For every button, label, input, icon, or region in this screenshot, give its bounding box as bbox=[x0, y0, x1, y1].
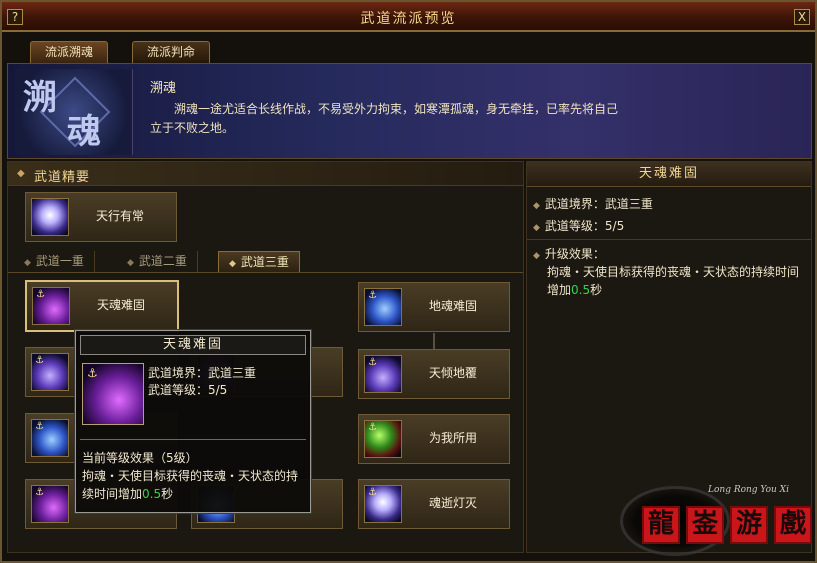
essence-section-title: 武道精要 bbox=[34, 170, 91, 185]
title-bar[interactable]: ? 武道流派预览 X bbox=[2, 2, 815, 32]
detail-level: ◆ 武道等级：5/5 bbox=[533, 217, 624, 234]
skill-icon-left-4: ⚓ bbox=[31, 485, 69, 523]
tooltip-title: 天魂难固 bbox=[80, 335, 306, 355]
detail-effect-value: 0.5 bbox=[571, 283, 591, 297]
tooltip-effect-unit: 秒 bbox=[161, 487, 174, 501]
detail-title: 天魂难固 bbox=[527, 162, 811, 187]
tab-panming[interactable]: 流派判命 bbox=[132, 41, 211, 63]
diamond-bullet-icon: ◆ bbox=[533, 201, 540, 211]
skill-label-weiwo: 为我所用 bbox=[429, 431, 478, 445]
skill-card-tianhun[interactable]: ⚓ 天魂难固 bbox=[25, 280, 179, 332]
tooltip-effect: 当前等级效果（5级） 拘魂・天使目标获得的丧魂・天状态的持续时间增加0.5秒 bbox=[82, 449, 308, 503]
tooltip-level: 武道等级：5/5 bbox=[148, 383, 228, 397]
skill-card-dihun[interactable]: ⚓ 地魂难固 bbox=[358, 282, 510, 332]
skill-card-tianqing[interactable]: ⚓ 天倾地覆 bbox=[358, 349, 510, 399]
watermark-seal-4: 戲 bbox=[774, 506, 812, 544]
detail-realm: ◆ 武道境界：武道三重 bbox=[533, 195, 653, 212]
school-name: 溯魂 bbox=[150, 81, 177, 96]
close-button[interactable]: X bbox=[794, 9, 810, 25]
watermark-seal-2: 崟 bbox=[686, 506, 724, 544]
skill-icon-dihun: ⚓ bbox=[364, 288, 402, 326]
skill-card-weiwo[interactable]: ⚓ 为我所用 bbox=[358, 414, 510, 464]
tier-tab-3[interactable]: ◆ 武道三重 bbox=[218, 251, 300, 272]
tier-tab-2-label: 武道二重 bbox=[138, 254, 187, 268]
emblem-char-1: 溯 bbox=[23, 78, 57, 118]
skill-mark-icon: ⚓ bbox=[36, 289, 45, 300]
school-header: 溯 魂 溯魂 溯魂一途尤适合长线作战，不易受外力拘束，如寒潭孤魂，身无牵挂，已率… bbox=[7, 63, 812, 159]
essence-section-header: ◆ 武道精要 bbox=[8, 162, 523, 186]
tooltip-effect-head: 当前等级效果（5级） bbox=[82, 451, 198, 465]
skill-school-window: ? 武道流派预览 X 流派溯魂 流派判命 溯 魂 溯魂 溯魂一途尤适合长线作战，… bbox=[0, 0, 817, 563]
detail-divider bbox=[527, 239, 811, 240]
detail-level-text: 武道等级：5/5 bbox=[544, 219, 625, 233]
skill-icon-weiwo: ⚓ bbox=[364, 420, 402, 458]
tier-tabs: ◆ 武道一重 ◆ 武道二重 ◆ 武道三重 bbox=[8, 251, 523, 273]
tier-tab-1-label: 武道一重 bbox=[35, 254, 84, 268]
skill-label-tianqing: 天倾地覆 bbox=[429, 366, 478, 380]
tooltip-effect-text: 拘魂・天使目标获得的丧魂・天状态的持续时间增加 bbox=[82, 469, 299, 501]
essence-skill-label: 天行有常 bbox=[96, 209, 145, 223]
essence-skill-card[interactable]: 天行有常 bbox=[25, 192, 177, 242]
tier-tab-1[interactable]: ◆ 武道一重 bbox=[14, 251, 95, 272]
essence-skill-icon bbox=[31, 198, 69, 236]
skill-mark-icon: ⚓ bbox=[368, 487, 377, 498]
site-watermark: Long Rong You Xi 龍 崟 游 戲 bbox=[620, 482, 816, 560]
watermark-subtitle: Long Rong You Xi bbox=[708, 485, 789, 495]
tooltip-realm: 武道境界：武道三重 bbox=[148, 366, 257, 380]
diamond-bullet-icon: ◆ bbox=[17, 168, 25, 179]
skill-mark-icon: ⚓ bbox=[35, 487, 44, 498]
school-emblem: 溯 魂 bbox=[15, 69, 133, 155]
skill-mark-icon: ⚓ bbox=[368, 422, 377, 433]
tooltip-skill-icon: ⚓ bbox=[82, 363, 144, 425]
skill-card-hunshi[interactable]: ⚓ 魂逝灯灭 bbox=[358, 479, 510, 529]
tab-suhun[interactable]: 流派溯魂 bbox=[30, 41, 109, 63]
watermark-seal-1: 龍 bbox=[642, 506, 680, 544]
skill-icon-tianqing: ⚓ bbox=[364, 355, 402, 393]
diamond-bullet-icon: ◆ bbox=[533, 251, 540, 261]
skill-mark-icon: ⚓ bbox=[87, 366, 98, 380]
tooltip-divider bbox=[80, 439, 306, 440]
skill-mark-icon: ⚓ bbox=[35, 355, 44, 366]
detail-effect: 拘魂・天使目标获得的丧魂・天状态的持续时间增加0.5秒 bbox=[547, 263, 805, 299]
diamond-bullet-icon: ◆ bbox=[533, 223, 540, 233]
emblem-char-2: 魂 bbox=[67, 112, 101, 152]
skill-label-dihun: 地魂难固 bbox=[429, 299, 478, 313]
detail-upgrade: ◆ 升级效果： bbox=[533, 245, 605, 262]
skill-mark-icon: ⚓ bbox=[368, 357, 377, 368]
skill-mark-icon: ⚓ bbox=[35, 421, 44, 432]
skill-tooltip: 天魂难固 ⚓ 武道境界：武道三重 武道等级：5/5 当前等级效果（5级） 拘魂・… bbox=[74, 329, 312, 514]
detail-upgrade-label: 升级效果： bbox=[544, 247, 605, 261]
skill-icon-left-3: ⚓ bbox=[31, 419, 69, 457]
window-title: 武道流派预览 bbox=[360, 11, 457, 27]
watermark-seal-3: 游 bbox=[730, 506, 768, 544]
skill-icon-hunshi: ⚓ bbox=[364, 485, 402, 523]
detail-effect-unit: 秒 bbox=[590, 283, 603, 297]
skill-label-tianhun: 天魂难固 bbox=[97, 298, 146, 312]
tooltip-effect-body: 拘魂・天使目标获得的丧魂・天状态的持续时间增加0.5秒 bbox=[82, 467, 308, 503]
school-description: 溯魂一途尤适合长线作战，不易受外力拘束，如寒潭孤魂，身无牵挂，已率先将自己立于不… bbox=[150, 102, 619, 135]
skill-icon-left-2: ⚓ bbox=[31, 353, 69, 391]
detail-realm-text: 武道境界：武道三重 bbox=[544, 197, 653, 211]
tooltip-effect-value: 0.5 bbox=[142, 487, 162, 501]
tier-tab-2[interactable]: ◆ 武道二重 bbox=[117, 251, 198, 272]
skill-icon-tianhun: ⚓ bbox=[32, 287, 70, 325]
skill-label-hunshi: 魂逝灯灭 bbox=[429, 496, 478, 510]
skill-mark-icon: ⚓ bbox=[368, 290, 377, 301]
tree-connector bbox=[433, 333, 435, 349]
tier-tab-3-label: 武道三重 bbox=[240, 255, 289, 269]
